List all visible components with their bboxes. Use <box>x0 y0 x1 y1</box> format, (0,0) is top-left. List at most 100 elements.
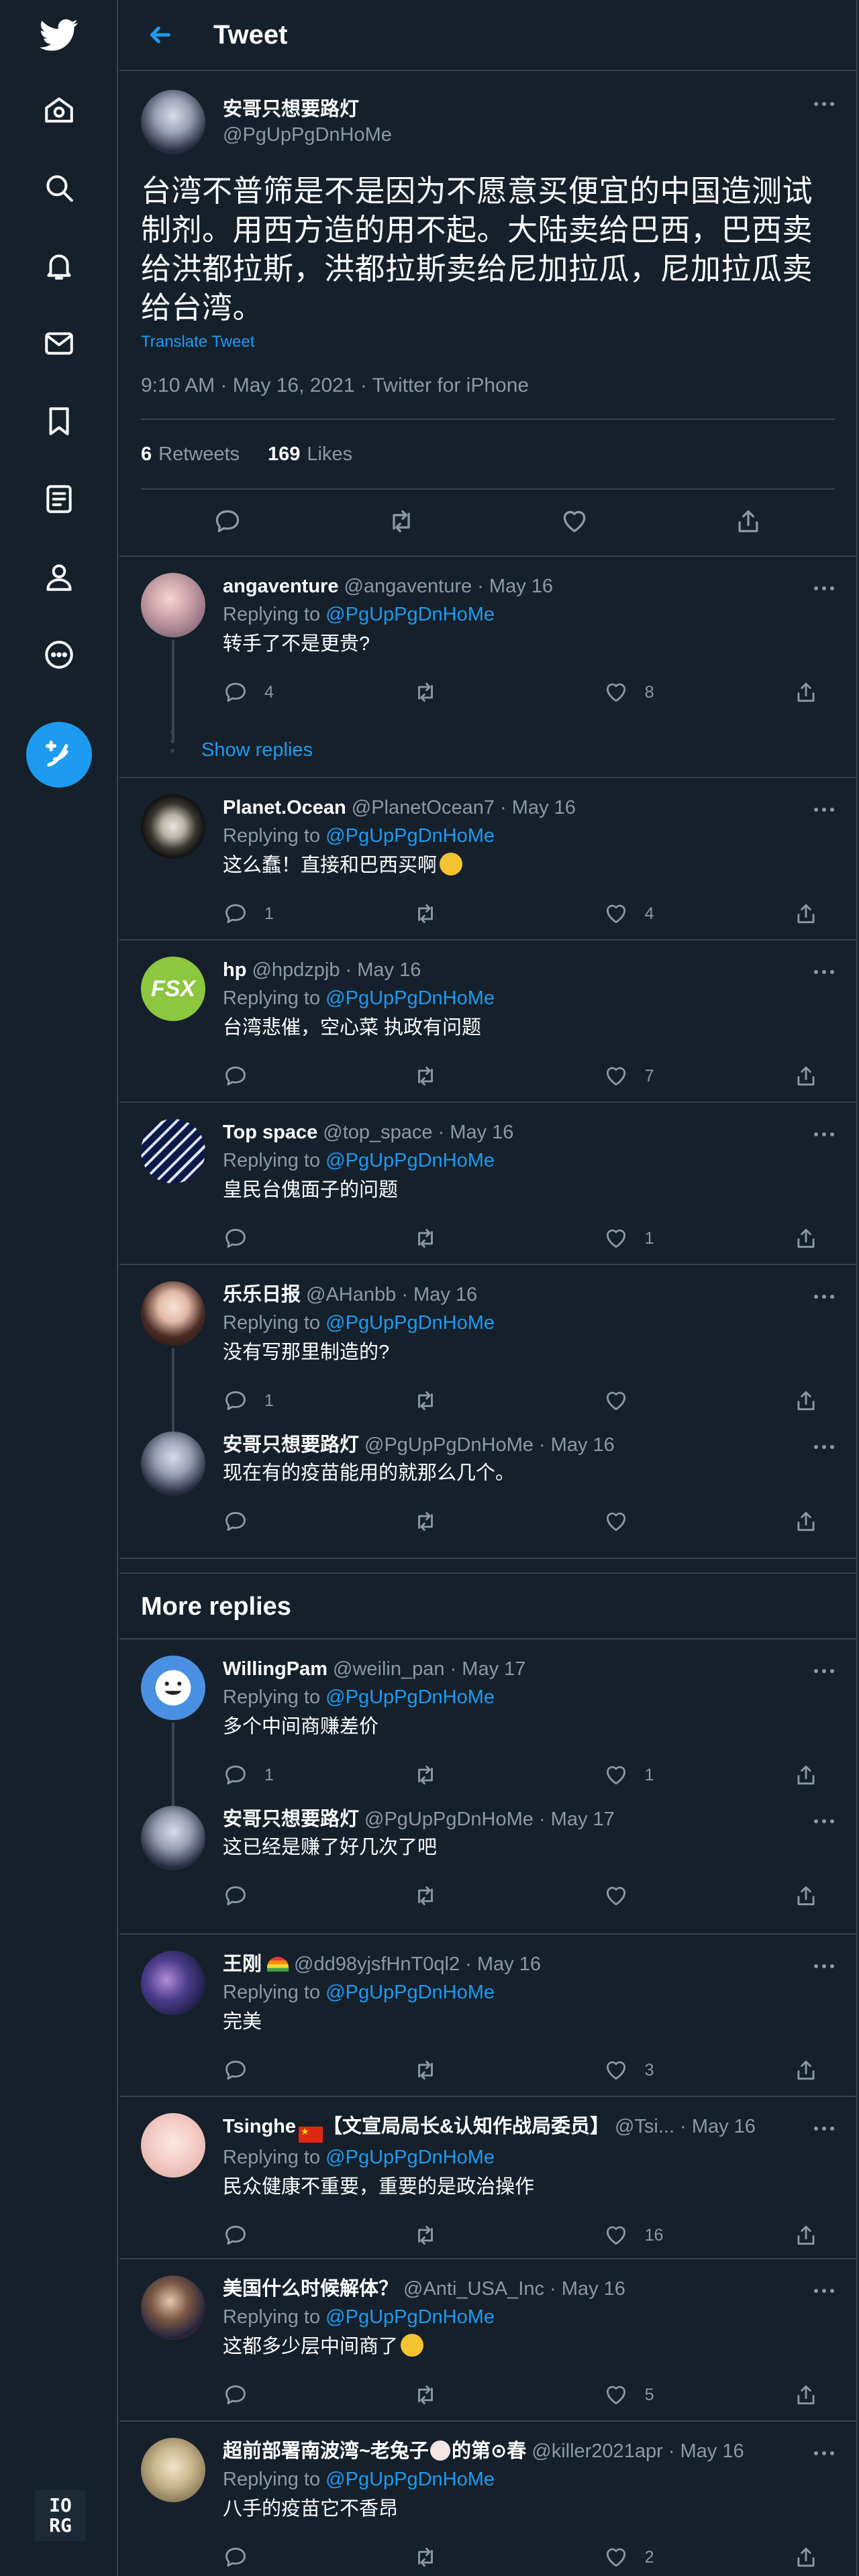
reply-time[interactable]: · May 17 <box>539 1809 615 1830</box>
more-options-icon[interactable] <box>808 1124 840 1144</box>
share-button[interactable] <box>793 1388 835 1413</box>
avatar[interactable] <box>141 794 205 859</box>
retweet-button[interactable] <box>413 1509 603 1534</box>
share-button[interactable] <box>793 680 835 705</box>
avatar[interactable] <box>141 1119 205 1183</box>
reply-tweet[interactable]: 安哥只想要路灯 @PgUpPgDnHoMe · May 16 现在有的疫苗能用的就… <box>119 1424 856 1558</box>
reply-button[interactable]: 1 <box>223 1388 413 1413</box>
reply-author-name[interactable]: 安哥只想要路灯 <box>223 1434 359 1456</box>
like-button[interactable]: 4 <box>603 901 793 926</box>
reply-button[interactable]: 4 <box>223 680 413 705</box>
search-icon[interactable] <box>32 161 86 215</box>
reply-time[interactable]: · May 16 <box>465 1953 541 1975</box>
compose-tweet-button[interactable] <box>26 722 92 788</box>
more-options-icon[interactable] <box>808 1287 840 1307</box>
reply-tweet[interactable]: 超前部署南波湾~老兔子 的第⊙春 @killer2021apr · May 16 R… <box>119 2422 856 2576</box>
reply-tweet[interactable]: 乐乐日报 @AHanbb · May 16 Replying to @PgUpPg… <box>119 1265 856 1432</box>
reply-author-name[interactable]: WillingPam <box>223 1658 327 1680</box>
reply-tweet[interactable]: FSX hp @hpdzpjb · May 16 Replying to @PgU… <box>119 941 856 1102</box>
reply-tweet[interactable]: Planet.Ocean @PlanetOcean7 · May 16 Reply… <box>119 778 856 939</box>
retweet-button[interactable] <box>413 1226 603 1251</box>
reply-time[interactable]: · May 16 <box>500 797 576 818</box>
reply-author-name[interactable]: 王刚 <box>223 1953 262 1975</box>
more-options-icon[interactable] <box>808 2443 840 2463</box>
reply-author-handle[interactable]: @hpdzpjb <box>252 959 340 981</box>
retweet-icon[interactable] <box>387 506 416 539</box>
replying-to-link[interactable]: @PgUpPgDnHoMe <box>325 1982 495 2003</box>
retweets-stat[interactable]: 6 Retweets <box>141 443 240 466</box>
retweet-button[interactable] <box>413 1388 603 1413</box>
reply-author-handle[interactable]: @dd98yjsfHnT0ql2 <box>294 1953 460 1975</box>
replying-to-link[interactable]: @PgUpPgDnHoMe <box>325 2147 495 2168</box>
share-icon[interactable] <box>734 506 763 539</box>
like-button[interactable]: 5 <box>603 2382 793 2408</box>
share-button[interactable] <box>793 2057 835 2083</box>
reply-author-name[interactable]: angaventure <box>223 576 338 597</box>
retweet-button[interactable] <box>413 2057 603 2083</box>
author-name[interactable]: 安哥只想要路灯 <box>223 97 392 122</box>
reply-button[interactable]: 1 <box>223 1762 413 1788</box>
reply-tweet[interactable]: Top space @top_space · May 16 Replying to… <box>119 1103 856 1264</box>
share-button[interactable] <box>793 901 835 926</box>
share-button[interactable] <box>793 2382 835 2408</box>
replying-to-link[interactable]: @PgUpPgDnHoMe <box>325 1686 495 1708</box>
reply-author-name[interactable]: 安哥只想要路灯 <box>223 1809 359 1830</box>
reply-button[interactable] <box>223 2544 413 2570</box>
share-button[interactable] <box>793 1883 835 1909</box>
more-options-icon[interactable] <box>808 962 840 982</box>
reply-button[interactable] <box>223 1509 413 1534</box>
reply-time[interactable]: · May 16 <box>477 576 553 597</box>
reply-tweet[interactable]: 王刚 @dd98yjsfHnT0ql2 · May 16 Replying to … <box>119 1935 856 2096</box>
show-replies-link[interactable]: Show replies <box>201 730 856 777</box>
profile-icon[interactable] <box>32 550 86 604</box>
like-button[interactable] <box>603 1883 793 1909</box>
more-options-icon[interactable] <box>808 2281 840 2301</box>
retweet-button[interactable] <box>413 680 603 705</box>
reply-author-handle[interactable]: @angaventure <box>344 576 472 597</box>
like-button[interactable] <box>603 1509 793 1534</box>
reply-author-name[interactable]: hp <box>223 959 246 981</box>
home-icon[interactable] <box>32 83 86 137</box>
share-button[interactable] <box>793 1762 835 1788</box>
back-arrow-icon[interactable] <box>145 20 174 50</box>
retweet-button[interactable] <box>413 2544 603 2570</box>
retweet-button[interactable] <box>413 1883 603 1909</box>
share-button[interactable] <box>793 2222 835 2248</box>
reply-tweet[interactable]: 安哥只想要路灯 @PgUpPgDnHoMe · May 17 这已经是赚了好几次了… <box>119 1798 856 1933</box>
reply-time[interactable]: · May 16 <box>438 1122 514 1143</box>
messages-envelope-icon[interactable] <box>32 317 86 370</box>
reply-button[interactable] <box>223 1226 413 1251</box>
author-handle[interactable]: @PgUpPgDnHoMe <box>223 122 392 148</box>
avatar[interactable] <box>141 1951 205 2015</box>
reply-time[interactable]: · May 16 <box>401 1284 477 1305</box>
reply-button[interactable] <box>223 2222 413 2248</box>
twitter-logo-icon[interactable] <box>32 8 86 62</box>
avatar[interactable] <box>141 1656 205 1720</box>
reply-author-name[interactable]: Tsinghe【文宣局局长&认知作战局委员】 <box>223 2116 609 2143</box>
notifications-bell-icon[interactable] <box>32 239 86 292</box>
reply-button[interactable] <box>223 2057 413 2083</box>
more-options-icon[interactable] <box>808 1661 840 1681</box>
reply-author-handle[interactable]: @PgUpPgDnHoMe <box>364 1809 534 1830</box>
more-options-icon[interactable] <box>808 1437 840 1457</box>
reply-author-handle[interactable]: @Anti_USA_Inc <box>403 2278 544 2300</box>
bookmark-icon[interactable] <box>32 394 86 448</box>
reply-tweet[interactable]: Tsinghe【文宣局局长&认知作战局委员】 @Tsi... · May 16 R… <box>119 2097 856 2258</box>
more-options-icon[interactable] <box>808 578 840 598</box>
retweet-button[interactable] <box>413 2222 603 2248</box>
like-button[interactable]: 3 <box>603 2057 793 2083</box>
avatar[interactable] <box>141 2113 205 2178</box>
more-circle-icon[interactable] <box>32 628 86 682</box>
replying-to-link[interactable]: @PgUpPgDnHoMe <box>325 1150 495 1171</box>
avatar[interactable] <box>141 2275 205 2340</box>
reply-author-handle[interactable]: @weilin_pan <box>333 1658 444 1680</box>
avatar[interactable] <box>141 2438 205 2502</box>
share-button[interactable] <box>793 1226 835 1251</box>
replying-to-link[interactable]: @PgUpPgDnHoMe <box>325 2469 495 2490</box>
share-button[interactable] <box>793 1063 835 1089</box>
more-options-icon[interactable] <box>808 800 840 820</box>
more-options-icon[interactable] <box>808 94 840 114</box>
avatar[interactable] <box>141 1806 205 1870</box>
reply-tweet[interactable]: WillingPam @weilin_pan · May 17 Replying … <box>119 1640 856 1806</box>
like-button[interactable]: 1 <box>603 1226 793 1251</box>
